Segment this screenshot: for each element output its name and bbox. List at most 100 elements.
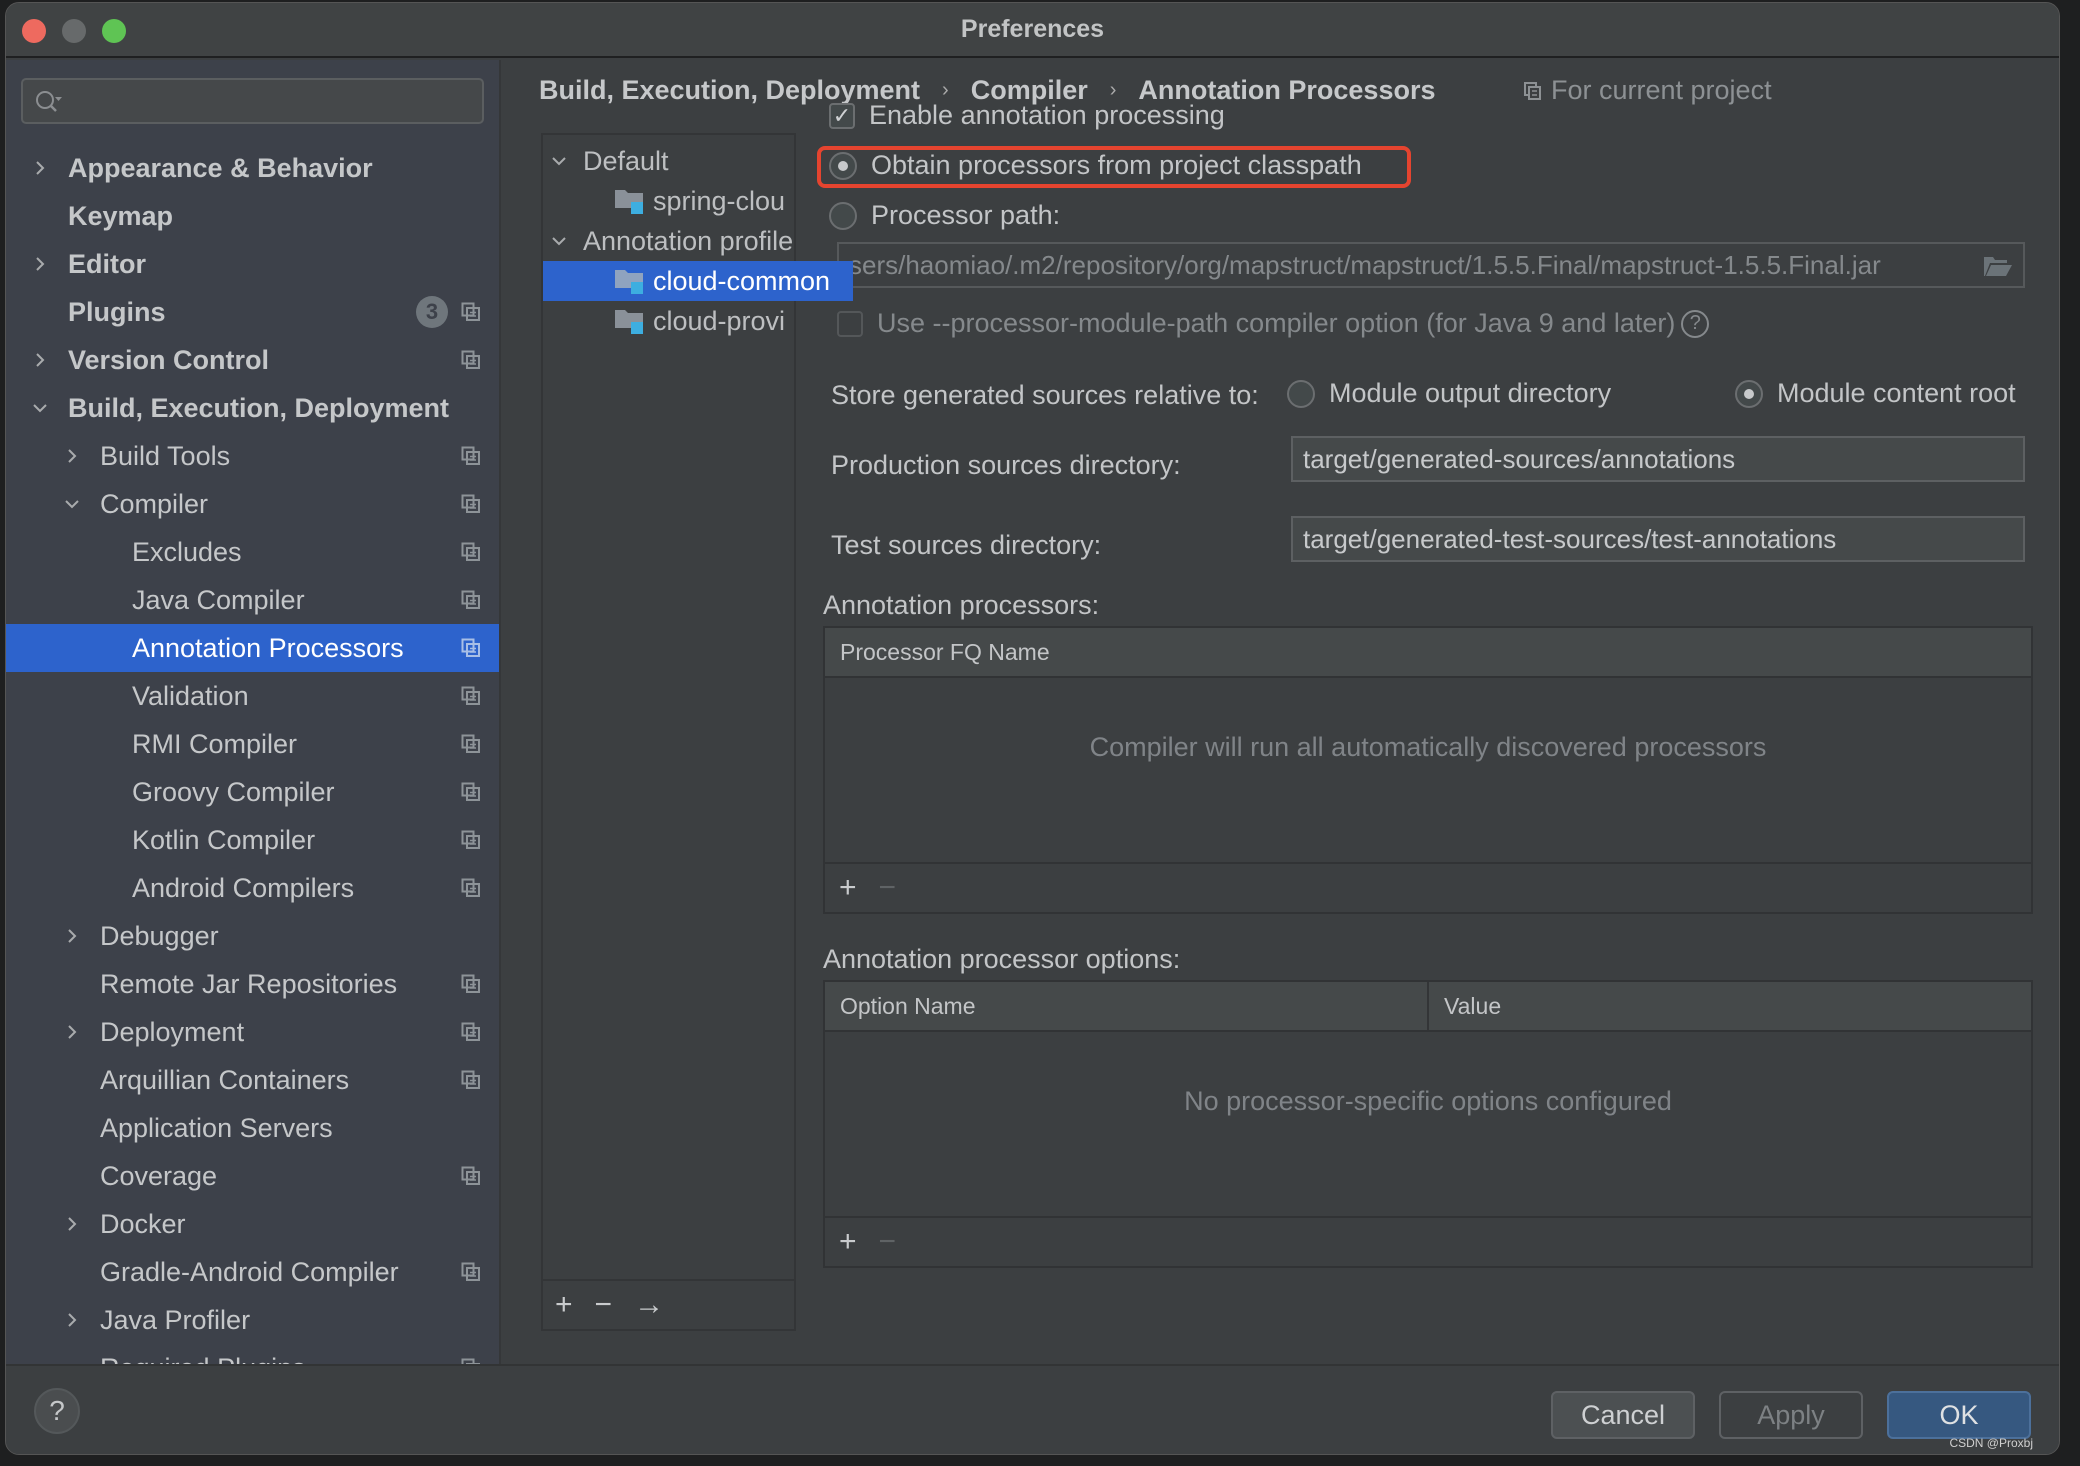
project-scope-icon (1524, 81, 1541, 100)
sidebar-item[interactable]: Plugins 3 (6, 288, 499, 336)
obtain-from-classpath-radio-row[interactable]: Obtain processors from project classpath (829, 150, 1362, 181)
profiles-toolbar: + − → (543, 1279, 794, 1329)
chevron-down-icon[interactable] (547, 229, 571, 253)
module-content-root-radio[interactable] (1735, 379, 1763, 408)
chevron-right-icon[interactable] (28, 348, 52, 372)
profile-group-annotation[interactable]: Annotation profile (543, 221, 793, 261)
sidebar-item-label: Gradle-Android Compiler (100, 1256, 399, 1287)
sidebar-item[interactable]: Annotation Processors (6, 624, 499, 672)
scope-hint: For current project (1523, 75, 1772, 106)
sidebar-item[interactable]: Deployment (6, 1008, 499, 1056)
chevron-down-icon[interactable] (547, 149, 571, 173)
profile-module-row[interactable]: cloud-provi (543, 301, 785, 341)
sidebar-item[interactable]: Docker (6, 1200, 499, 1248)
remove-option-button[interactable]: − (879, 1225, 897, 1259)
sidebar-item[interactable]: Appearance & Behavior (6, 144, 499, 192)
column-header-processor-fq-name[interactable]: Processor FQ Name (825, 628, 1050, 676)
sidebar-item[interactable]: Arquillian Containers (6, 1056, 499, 1104)
sidebar-item[interactable]: Editor (6, 240, 499, 288)
chevron-right-icon[interactable] (60, 1212, 84, 1236)
column-header-value[interactable]: Value (1429, 982, 1501, 1030)
add-profile-button[interactable]: + (555, 1288, 573, 1322)
sidebar-item[interactable]: Required Plugins (6, 1344, 499, 1364)
breadcrumb-separator-icon: › (1109, 79, 1117, 101)
project-scope-icon (461, 686, 480, 705)
sidebar-item[interactable]: Coverage (6, 1152, 499, 1200)
project-scope-icon (461, 1166, 480, 1185)
processors-table-toolbar: + − (825, 862, 2031, 912)
module-output-dir-radio[interactable] (1287, 379, 1315, 408)
preferences-window: Preferences Appearance & Behavior Keymap E… (5, 2, 2060, 1455)
cancel-button[interactable]: Cancel (1551, 1391, 1695, 1439)
settings-search-input[interactable] (21, 78, 484, 124)
sidebar-item[interactable]: Gradle-Android Compiler (6, 1248, 499, 1296)
ok-button[interactable]: OK (1887, 1391, 2031, 1439)
processor-path-radio-row[interactable]: Processor path: (829, 200, 1060, 231)
sidebar-item[interactable]: Remote Jar Repositories (6, 960, 499, 1008)
sidebar-item[interactable]: Groovy Compiler (6, 768, 499, 816)
sidebar-item[interactable]: Build, Execution, Deployment (6, 384, 499, 432)
sidebar-item[interactable]: Validation (6, 672, 499, 720)
sidebar-item-label: Validation (132, 680, 249, 711)
profiles-tree-panel: Default spring-clou Annotation profile c… (541, 133, 853, 1331)
add-option-button[interactable]: + (839, 1225, 857, 1259)
dialog-footer: ? Cancel Apply OK CSDN @Proxbj (6, 1364, 2059, 1454)
obtain-from-classpath-label: Obtain processors from project classpath (871, 150, 1362, 180)
sidebar-item[interactable]: Debugger (6, 912, 499, 960)
help-icon[interactable]: ? (1681, 309, 1710, 338)
profile-group-default[interactable]: Default (543, 141, 669, 181)
project-scope-icon (461, 1070, 480, 1089)
processor-path-field[interactable]: sers/haomiao/.m2/repository/org/mapstruc… (837, 242, 2025, 288)
sidebar-item[interactable]: Compiler (6, 480, 499, 528)
test-dir-input[interactable]: target/generated-test-sources/test-annot… (1291, 516, 2025, 562)
chevron-right-icon[interactable] (28, 156, 52, 180)
remove-profile-button[interactable]: − (595, 1288, 613, 1322)
help-button[interactable]: ? (34, 1388, 80, 1434)
sidebar-item[interactable]: Excludes (6, 528, 499, 576)
browse-folder-icon[interactable] (1983, 254, 2013, 278)
module-content-root-radio-row[interactable]: Module content root (1735, 378, 2016, 409)
test-dir-label: Test sources directory: (831, 530, 1102, 560)
sidebar-item[interactable]: Java Compiler (6, 576, 499, 624)
profile-group-label: Annotation profile (583, 225, 794, 256)
project-scope-icon (461, 1022, 480, 1041)
chevron-down-icon[interactable] (28, 396, 52, 420)
sidebar-item-label: Appearance & Behavior (68, 152, 373, 183)
profile-module-row-selected[interactable]: cloud-common (543, 261, 853, 301)
enable-processing-checkbox[interactable]: ✓ (829, 102, 855, 129)
sidebar-item[interactable]: Build Tools (6, 432, 499, 480)
chevron-down-icon[interactable] (60, 492, 84, 516)
module-output-dir-radio-row[interactable]: Module output directory (1287, 378, 1611, 409)
sidebar-item[interactable]: Application Servers (6, 1104, 499, 1152)
enable-processing-checkbox-row[interactable]: ✓ Enable annotation processing (829, 100, 1225, 131)
add-processor-button[interactable]: + (839, 871, 857, 905)
remove-processor-button[interactable]: − (879, 871, 897, 905)
module-path-checkbox[interactable] (837, 310, 863, 337)
sidebar-item-label: Build Tools (100, 440, 231, 471)
sidebar-item[interactable]: RMI Compiler (6, 720, 499, 768)
production-dir-input[interactable]: target/generated-sources/annotations (1291, 436, 2025, 482)
sidebar-item[interactable]: Java Profiler (6, 1296, 499, 1344)
sidebar-item-label: Coverage (100, 1160, 218, 1191)
options-table-toolbar: + − (825, 1216, 2031, 1266)
chevron-right-icon[interactable] (28, 252, 52, 276)
settings-sidebar: Appearance & Behavior Keymap Editor Plugins… (6, 60, 501, 1364)
chevron-right-icon[interactable] (60, 1308, 84, 1332)
processor-path-radio[interactable] (829, 201, 857, 230)
sidebar-item[interactable]: Version Control (6, 336, 499, 384)
sidebar-item[interactable]: Kotlin Compiler (6, 816, 499, 864)
apply-button[interactable]: Apply (1719, 1391, 1863, 1439)
chevron-right-icon[interactable] (60, 444, 84, 468)
move-to-profile-button[interactable]: → (634, 1288, 664, 1322)
sidebar-item[interactable]: Keymap (6, 192, 499, 240)
column-header-option-name[interactable]: Option Name (825, 982, 1429, 1030)
obtain-from-classpath-radio[interactable] (829, 151, 857, 180)
sidebar-item[interactable]: Android Compilers (6, 864, 499, 912)
sidebar-item-label: Java Profiler (100, 1304, 251, 1335)
profile-module-row[interactable]: spring-clou (543, 181, 785, 221)
chevron-right-icon[interactable] (60, 924, 84, 948)
sidebar-item-label: Debugger (100, 920, 219, 951)
project-scope-icon (461, 590, 480, 609)
sidebar-item-label: RMI Compiler (132, 728, 298, 759)
chevron-right-icon[interactable] (60, 1020, 84, 1044)
